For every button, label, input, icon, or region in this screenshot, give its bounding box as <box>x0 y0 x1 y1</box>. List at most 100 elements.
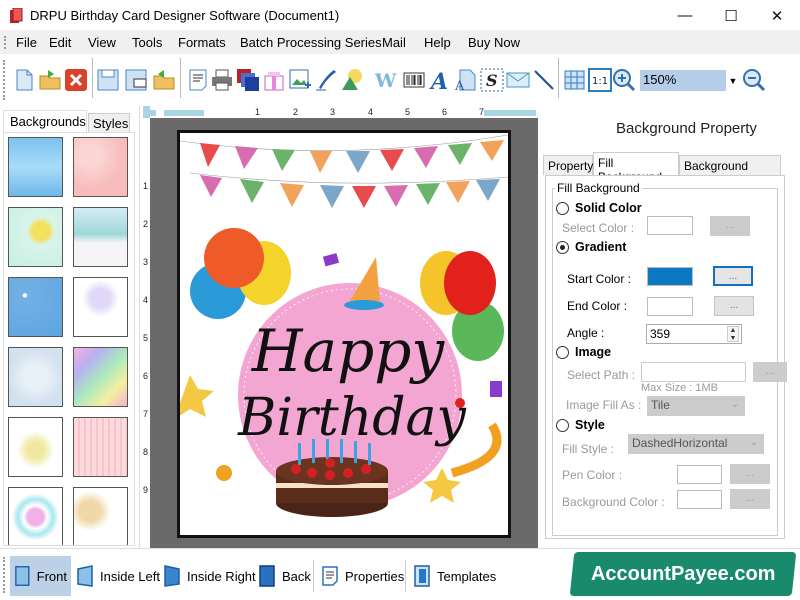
tab-property[interactable]: Property <box>543 155 593 175</box>
menu-help[interactable]: Help <box>424 35 451 50</box>
tab-styles[interactable]: Styles <box>88 113 130 132</box>
angle-spin-buttons[interactable]: ▲ ▼ <box>727 326 739 342</box>
solid-color-radio[interactable] <box>556 202 569 215</box>
thumbnail-pink-hearts[interactable] <box>73 137 128 197</box>
svg-text:W: W <box>374 70 397 92</box>
accountpayee-watermark: AccountPayee.com <box>569 552 797 596</box>
new-document-icon[interactable] <box>12 68 36 92</box>
style-radio[interactable] <box>556 419 569 432</box>
card-artwork: Happy Birthday <box>180 134 508 517</box>
zoom-out-icon[interactable] <box>742 68 766 92</box>
text-icon[interactable]: A <box>428 68 452 92</box>
thumbnail-pink-hearts-stripes[interactable] <box>73 417 128 477</box>
chevron-down-icon: ⌄ <box>730 399 739 410</box>
menu-file[interactable]: File <box>16 35 37 50</box>
templates-button[interactable]: Templates <box>409 556 500 596</box>
birthday-card[interactable]: Happy Birthday <box>177 130 511 538</box>
gradient-label: Gradient <box>575 240 627 254</box>
zoom-in-icon[interactable] <box>612 68 636 92</box>
menu-view[interactable]: View <box>88 35 116 50</box>
end-color-swatch[interactable] <box>647 297 693 316</box>
tab-background-effects[interactable]: Background Effects <box>679 155 781 187</box>
start-color-swatch[interactable] <box>647 267 693 286</box>
line-icon[interactable] <box>532 68 556 92</box>
inside-left-button[interactable]: Inside Left <box>72 556 164 596</box>
inside-right-button[interactable]: Inside Right <box>159 556 260 596</box>
card-text-birthday[interactable]: Birthday <box>237 388 466 448</box>
thumbnail-bubbles[interactable] <box>8 347 63 407</box>
inside-right-label: Inside Right <box>187 568 256 584</box>
pen-color-swatch[interactable] <box>677 465 722 484</box>
actual-size-icon[interactable]: 1:1 <box>588 68 612 92</box>
thumbnail-balloons[interactable] <box>73 277 128 337</box>
properties-button[interactable]: Properties <box>317 556 408 596</box>
insert-image-icon[interactable] <box>288 68 312 92</box>
gradient-radio[interactable] <box>556 241 569 254</box>
ruler-v-4: 4 <box>143 295 149 305</box>
shapes-icon[interactable] <box>340 68 364 92</box>
close-document-icon[interactable] <box>64 68 88 92</box>
word-art-icon[interactable]: A <box>454 68 478 92</box>
mail-icon[interactable] <box>506 68 530 92</box>
print-icon[interactable] <box>210 68 234 92</box>
select-path-input[interactable] <box>641 362 746 382</box>
inside-left-icon <box>77 565 93 587</box>
thumbnail-rainbow-watercolor[interactable] <box>73 347 128 407</box>
open-folder-icon[interactable] <box>38 68 62 92</box>
inside-left-label: Inside Left <box>100 568 160 584</box>
maximize-button[interactable]: ☐ <box>708 0 754 31</box>
menu-buy-now[interactable]: Buy Now <box>468 35 520 50</box>
menu-formats[interactable]: Formats <box>178 35 226 50</box>
select-path-button[interactable]: ... <box>753 362 787 382</box>
page-properties-icon[interactable] <box>186 68 210 92</box>
grid-icon[interactable] <box>563 68 587 92</box>
max-size-label: Max Size : 1MB <box>641 382 719 394</box>
select-color-swatch[interactable] <box>647 216 693 235</box>
ruler-v-2: 2 <box>143 219 149 229</box>
menu-batch-processing[interactable]: Batch Processing Series <box>240 35 382 50</box>
signature-icon[interactable]: S <box>480 68 504 92</box>
close-button[interactable]: ✕ <box>754 0 800 31</box>
thumbnail-daisies[interactable] <box>8 207 63 267</box>
background-color-button[interactable]: ... <box>730 489 770 509</box>
card-text-happy[interactable]: Happy <box>251 317 445 385</box>
menu-edit[interactable]: Edit <box>49 35 71 50</box>
thumbnail-blue-clouds[interactable] <box>8 137 63 197</box>
thumbnail-balloon-bunches[interactable] <box>73 487 128 545</box>
front-page-button[interactable]: Front <box>10 556 71 596</box>
watermark-icon[interactable]: W <box>374 68 398 92</box>
barcode-icon[interactable] <box>402 68 426 92</box>
image-fill-as-combo[interactable]: Tile ⌄ <box>647 396 745 416</box>
gift-icon[interactable] <box>262 68 286 92</box>
thumbnail-colorful-hearts[interactable] <box>8 487 63 545</box>
background-color-swatch[interactable] <box>677 490 722 509</box>
toolbar-separator <box>180 58 181 98</box>
zoom-dropdown-arrow[interactable]: ▼ <box>727 70 739 91</box>
save-as-icon[interactable] <box>124 68 148 92</box>
menu-mail[interactable]: Mail <box>382 35 406 50</box>
start-color-button[interactable]: ... <box>713 266 753 286</box>
ruler-v-8: 8 <box>143 447 149 457</box>
select-path-label: Select Path : <box>567 368 636 382</box>
layers-icon[interactable] <box>236 68 260 92</box>
ruler-v-3: 3 <box>143 257 149 267</box>
thumbnail-blue-stars[interactable] <box>8 277 63 337</box>
minimize-button[interactable]: — <box>662 0 708 31</box>
pen-color-label: Pen Color : <box>562 468 623 482</box>
tab-fill-background[interactable]: Fill Background <box>593 152 679 184</box>
zoom-level-combo[interactable]: 150% <box>640 70 726 91</box>
fill-style-combo[interactable]: DashedHorizontal ⌄ <box>628 434 764 454</box>
signature-pen-icon[interactable] <box>314 68 338 92</box>
tab-backgrounds[interactable]: Backgrounds <box>3 110 87 132</box>
image-radio[interactable] <box>556 346 569 359</box>
properties-label: Properties <box>345 568 405 584</box>
end-color-button[interactable]: ... <box>714 296 754 316</box>
save-icon[interactable] <box>96 68 120 92</box>
select-color-button[interactable]: ... <box>710 216 750 236</box>
thumbnail-pastel-scene[interactable] <box>73 207 128 267</box>
menu-tools[interactable]: Tools <box>132 35 162 50</box>
pen-color-button[interactable]: ... <box>730 464 770 484</box>
back-page-button[interactable]: Back <box>254 556 315 596</box>
export-folder-icon[interactable] <box>152 68 176 92</box>
thumbnail-happy-birthday[interactable] <box>8 417 63 477</box>
